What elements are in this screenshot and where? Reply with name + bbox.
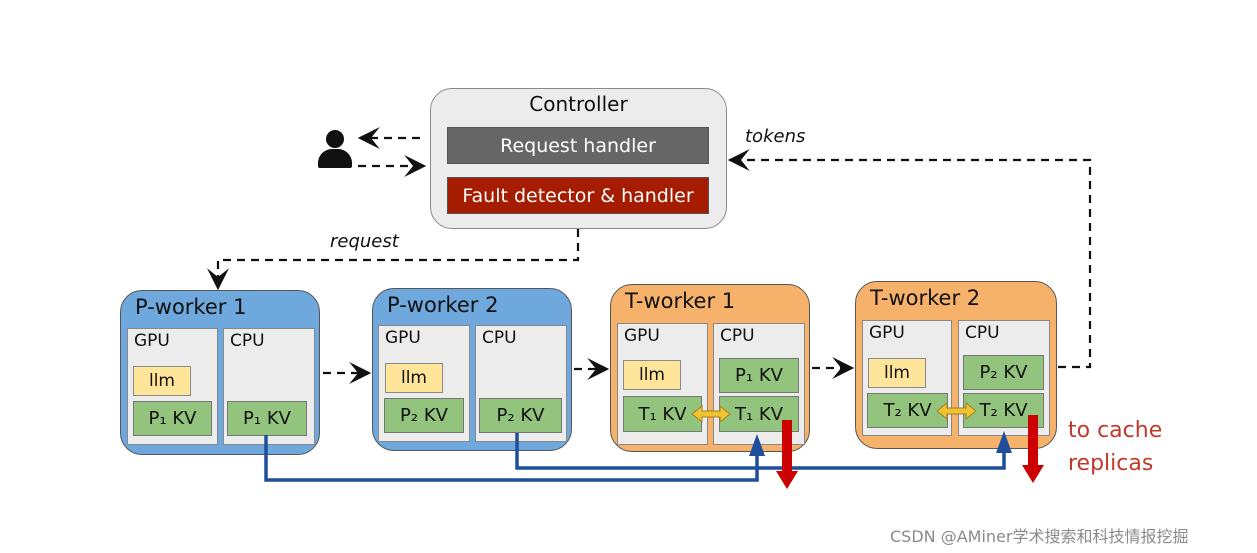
p1-kv-transfer-line	[264, 435, 759, 482]
diagram: Controller Request handler Fault detecto…	[0, 0, 1257, 553]
swap-arrow-t1	[691, 404, 731, 424]
replica-arrow-t2-head	[1022, 465, 1044, 483]
replica-arrow-t1-head	[776, 471, 798, 489]
replica-arrow-t2-shaft	[1028, 415, 1038, 466]
replicas-label: replicas	[1068, 451, 1154, 476]
to-cache-label: to cache	[1068, 418, 1163, 443]
replica-arrow-t1-shaft	[782, 420, 792, 472]
watermark: CSDN @AMiner学术搜索和科技情报挖掘	[890, 527, 1189, 546]
p2-kv-transfer-arrowhead	[996, 431, 1012, 453]
p1-kv-transfer-arrowhead	[749, 434, 765, 456]
swap-arrow-t2	[936, 401, 977, 421]
